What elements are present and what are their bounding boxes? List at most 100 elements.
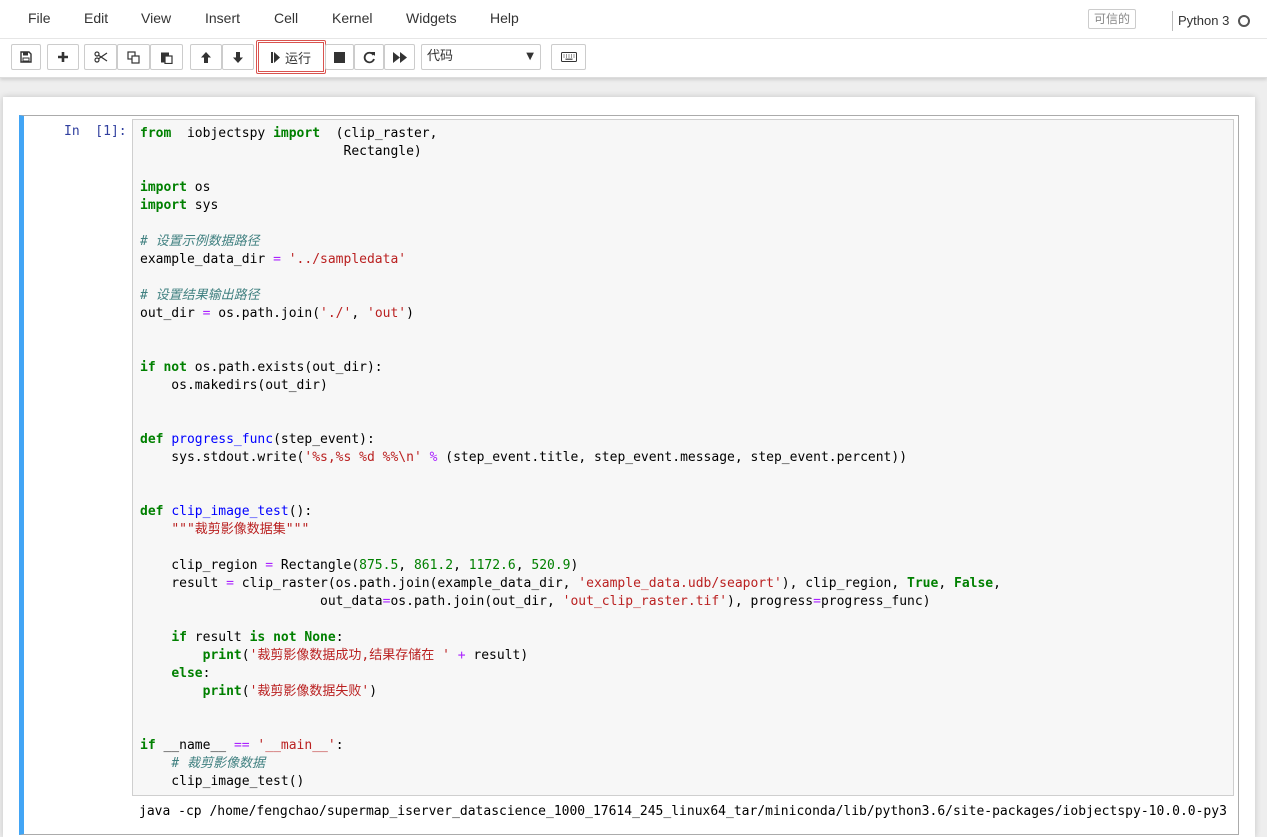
code-line: out_data = os.path.join(out_dir, 'out_clip… bbox=[140, 593, 1001, 611]
kernel-divider bbox=[1172, 11, 1173, 31]
code-line: example_data_dir = '../sampledata' bbox=[140, 251, 1001, 269]
cut-button[interactable] bbox=[84, 44, 117, 70]
code-token: import bbox=[140, 180, 187, 195]
cell-type-select[interactable]: 代码 ▼ bbox=[421, 44, 541, 70]
menu-insert[interactable]: Insert bbox=[205, 10, 240, 26]
code-token: if bbox=[140, 360, 156, 375]
code-token: = bbox=[273, 252, 281, 267]
code-token: = bbox=[226, 576, 234, 591]
code-token: = bbox=[813, 594, 821, 609]
code-token: : bbox=[202, 666, 211, 681]
stop-icon bbox=[334, 51, 345, 63]
copy-button[interactable] bbox=[117, 44, 150, 70]
run-button[interactable]: 运行 bbox=[256, 40, 326, 74]
code-token: '裁剪影像数据失败' bbox=[249, 684, 370, 699]
code-token: (step_event.title, step_event.message, s… bbox=[437, 450, 908, 465]
run-label: 运行 bbox=[284, 51, 311, 67]
code-token: else bbox=[171, 666, 203, 681]
menu-file[interactable]: File bbox=[28, 10, 51, 26]
code-line: else: bbox=[140, 665, 1001, 683]
arrow-down-icon bbox=[233, 51, 243, 63]
restart-run-all-button[interactable] bbox=[384, 44, 415, 70]
code-token: if bbox=[140, 738, 156, 753]
paste-button[interactable] bbox=[150, 44, 183, 70]
code-token: import bbox=[140, 198, 187, 213]
menu-view[interactable]: View bbox=[141, 10, 171, 26]
code-editor[interactable]: from iobjectspy import (clip_raster, Rec… bbox=[132, 119, 1234, 796]
code-token: ) bbox=[406, 306, 414, 321]
menu-widgets[interactable]: Widgets bbox=[406, 10, 457, 26]
code-token: from bbox=[140, 126, 172, 141]
code-token: os.path.join(out_dir, bbox=[390, 594, 563, 609]
code-token: result) bbox=[465, 648, 529, 663]
circle-outline-icon bbox=[1238, 15, 1250, 27]
code-token: sys bbox=[186, 198, 219, 213]
code-token: = bbox=[265, 558, 274, 573]
step-forward-icon bbox=[270, 51, 280, 63]
insert-cell-button[interactable] bbox=[47, 44, 79, 70]
code-line: Rectangle) bbox=[140, 143, 1001, 161]
code-token: out_data bbox=[140, 594, 383, 609]
save-icon bbox=[20, 51, 32, 63]
code-token: clip_raster(os.path.join(example_data_di… bbox=[233, 576, 579, 591]
move-up-button[interactable] bbox=[190, 44, 222, 70]
output-text: java -cp /home/fengchao/supermap_iserver… bbox=[139, 804, 1229, 819]
code-token: '../sampledata' bbox=[280, 252, 407, 267]
code-line: def progress_func(step_event): bbox=[140, 431, 1001, 449]
code-token: 'out_clip_raster.tif' bbox=[562, 594, 728, 609]
code-token: , bbox=[938, 576, 954, 591]
code-token: False bbox=[954, 576, 994, 591]
code-token: clip_image_test bbox=[171, 504, 289, 519]
code-token: os bbox=[186, 180, 211, 195]
code-token: 520.9 bbox=[531, 558, 571, 573]
code-token: '__main__' bbox=[249, 738, 336, 753]
code-line: # 设置结果输出路径 bbox=[140, 287, 1001, 305]
trusted-badge[interactable]: 可信的 bbox=[1088, 9, 1136, 29]
code-token: progress_func bbox=[171, 432, 274, 447]
fast-forward-icon bbox=[392, 51, 407, 63]
code-token: Rectangle) bbox=[140, 144, 422, 159]
code-cell[interactable]: In [1]: from iobjectspy import (clip_ras… bbox=[19, 115, 1239, 835]
code-token: result bbox=[186, 630, 250, 645]
restart-kernel-button[interactable] bbox=[354, 44, 384, 70]
move-down-button[interactable] bbox=[222, 44, 254, 70]
menu-kernel[interactable]: Kernel bbox=[332, 10, 372, 26]
code-token: os.path.exists(out_dir): bbox=[186, 360, 383, 375]
code-line: os.makedirs(out_dir) bbox=[140, 377, 1001, 395]
code-line: if __name__ == '__main__': bbox=[140, 737, 1001, 755]
save-button[interactable] bbox=[11, 44, 41, 70]
code-token: 'example_data.udb/seaport' bbox=[578, 576, 782, 591]
code-token: Rectangle( bbox=[273, 558, 360, 573]
code-token: ( bbox=[241, 648, 250, 663]
menu-help[interactable]: Help bbox=[490, 10, 519, 26]
menu-cell[interactable]: Cell bbox=[274, 10, 298, 26]
code-token: not bbox=[163, 360, 187, 375]
code-token: is not None bbox=[249, 630, 336, 645]
code-line: # 裁剪影像数据 bbox=[140, 755, 1001, 773]
interrupt-button[interactable] bbox=[325, 44, 354, 70]
code-line: clip_image_test() bbox=[140, 773, 1001, 791]
cell-type-value: 代码 bbox=[427, 49, 454, 64]
code-line: if not os.path.exists(out_dir): bbox=[140, 359, 1001, 377]
code-token: 1172.6 bbox=[468, 558, 516, 573]
menubar: File Edit View Insert Cell Kernel Widget… bbox=[0, 0, 1267, 39]
code-token: '裁剪影像数据成功,结果存储在 ' bbox=[249, 648, 450, 663]
command-palette-button[interactable] bbox=[551, 44, 586, 70]
menu-edit[interactable]: Edit bbox=[84, 10, 108, 26]
code-token: 861.2 bbox=[413, 558, 454, 573]
code-token: , bbox=[453, 558, 469, 573]
